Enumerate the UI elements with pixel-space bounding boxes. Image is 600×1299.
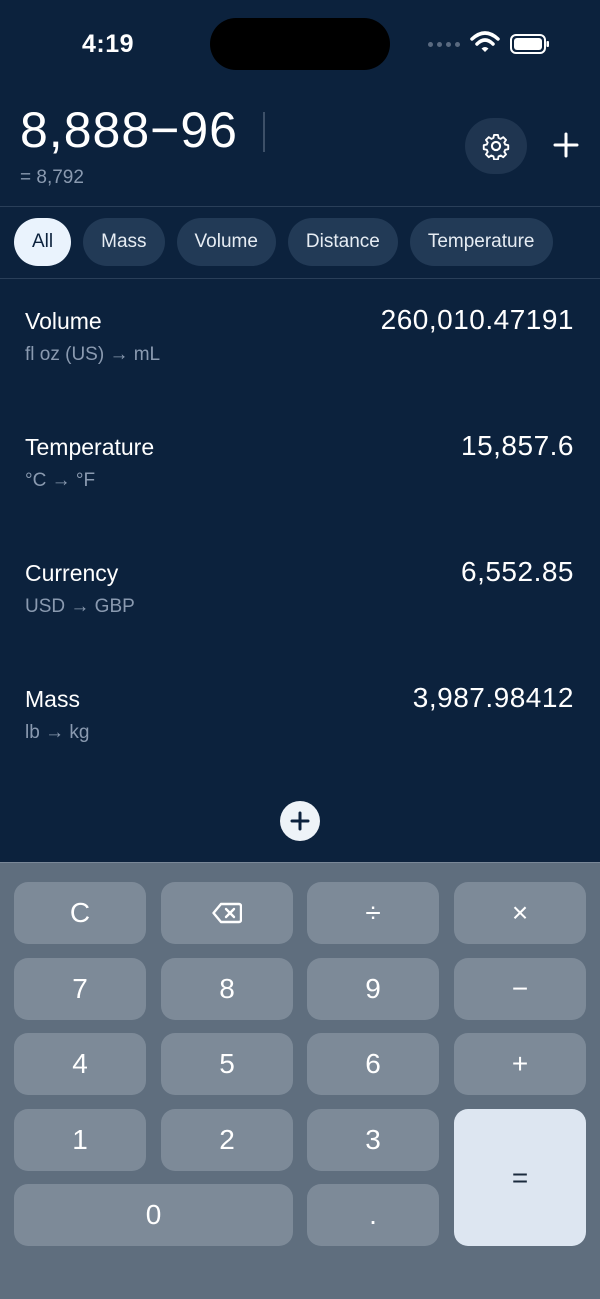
- calculator-display: 8,888−96 = 8,792: [0, 95, 600, 205]
- conversion-units: fl oz (US) → mL: [25, 344, 161, 365]
- gear-icon: [482, 133, 510, 160]
- plus-icon: [553, 132, 579, 158]
- tab-all[interactable]: All: [14, 218, 72, 266]
- tab-volume[interactable]: Volume: [176, 218, 276, 266]
- conversion-row-mass[interactable]: Mass lb → kg 3,987.98412: [0, 668, 600, 794]
- status-time: 4:19: [82, 30, 135, 58]
- six-key[interactable]: 6: [307, 1033, 439, 1095]
- minus-key[interactable]: −: [454, 958, 586, 1020]
- backspace-key[interactable]: [161, 882, 293, 944]
- conversion-row-volume[interactable]: Volume fl oz (US) → mL 260,010.47191: [0, 290, 600, 416]
- divide-key[interactable]: ÷: [307, 882, 439, 944]
- cellular-signal-icon: [428, 42, 460, 47]
- conversion-category: Temperature: [25, 434, 155, 460]
- battery-icon: [510, 34, 549, 54]
- plus-circle-icon: [290, 811, 310, 831]
- eight-key[interactable]: 8: [161, 958, 293, 1020]
- backspace-icon: [212, 902, 242, 924]
- nine-key[interactable]: 9: [307, 958, 439, 1020]
- conversion-row-currency[interactable]: Currency USD → GBP 6,552.85: [0, 542, 600, 668]
- conversion-category: Currency: [25, 560, 119, 586]
- dynamic-island: [210, 18, 390, 70]
- result-preview: = 8,792: [20, 167, 84, 188]
- expression-display[interactable]: 8,888−96: [20, 101, 238, 159]
- four-key[interactable]: 4: [14, 1033, 146, 1095]
- conversion-value: 15,857.6: [461, 430, 574, 461]
- tab-distance[interactable]: Distance: [287, 218, 398, 266]
- decimal-key[interactable]: .: [307, 1184, 439, 1246]
- multiply-key[interactable]: ×: [454, 882, 586, 944]
- conversion-value: 6,552.85: [461, 556, 574, 587]
- conversion-value: 3,987.98412: [412, 682, 574, 713]
- conversion-units: lb → kg: [25, 722, 90, 743]
- divider: [0, 278, 600, 279]
- seven-key[interactable]: 7: [14, 958, 146, 1020]
- add-conversion-button[interactable]: [280, 801, 320, 841]
- wifi-icon: [470, 31, 500, 52]
- add-button[interactable]: [546, 125, 586, 165]
- equals-key[interactable]: =: [454, 1109, 586, 1246]
- keypad: C ÷ × 7 8 9 − 4 5 6 + 1 2 3 = 0 .: [0, 862, 600, 1299]
- settings-button[interactable]: [465, 118, 527, 174]
- divider: [0, 206, 600, 207]
- tab-temperature[interactable]: Temperature: [409, 218, 553, 266]
- two-key[interactable]: 2: [161, 1109, 293, 1171]
- conversion-row-temperature[interactable]: Temperature °C → °F 15,857.6: [0, 416, 600, 542]
- plus-key[interactable]: +: [454, 1033, 586, 1095]
- category-tabs: All Mass Volume Distance Temperature: [0, 218, 600, 268]
- conversion-list: Volume fl oz (US) → mL 260,010.47191 Tem…: [0, 290, 600, 794]
- conversion-category: Mass: [25, 686, 80, 712]
- conversion-category: Volume: [25, 308, 102, 334]
- five-key[interactable]: 5: [161, 1033, 293, 1095]
- clear-key[interactable]: C: [14, 882, 146, 944]
- conversion-units: USD → GBP: [25, 596, 135, 617]
- text-cursor: [263, 112, 265, 152]
- zero-key[interactable]: 0: [14, 1184, 293, 1246]
- conversion-value: 260,010.47191: [380, 304, 574, 335]
- one-key[interactable]: 1: [14, 1109, 146, 1171]
- conversion-units: °C → °F: [25, 470, 96, 491]
- status-bar: 4:19: [0, 0, 600, 90]
- tab-mass[interactable]: Mass: [83, 218, 165, 266]
- three-key[interactable]: 3: [307, 1109, 439, 1171]
